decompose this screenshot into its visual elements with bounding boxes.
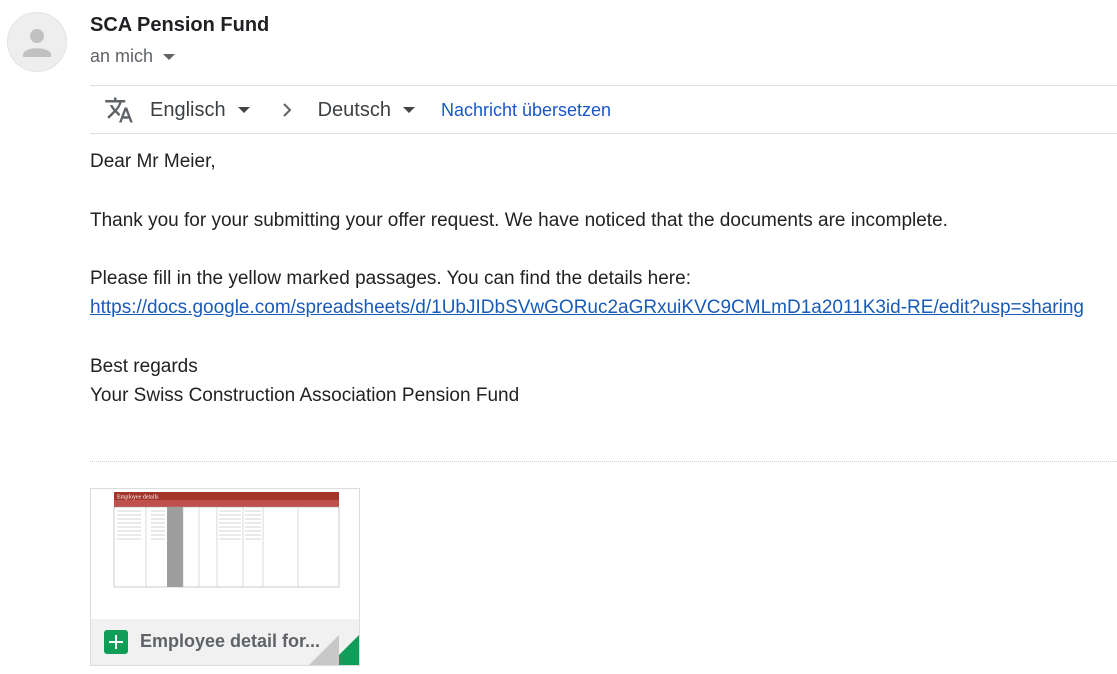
chevron-right-icon (282, 103, 292, 117)
target-language-dropdown[interactable]: Deutsch (318, 99, 415, 122)
avatar[interactable] (7, 12, 67, 72)
paragraph-text: Please fill in the yellow marked passage… (90, 268, 691, 289)
divider (90, 133, 1117, 134)
recipient-details-toggle[interactable]: an mich (90, 46, 176, 67)
attachment-card[interactable]: Employee details Employee detail for... (90, 488, 360, 666)
divider (90, 461, 1117, 462)
signature-text: Your Swiss Construction Association Pens… (90, 385, 520, 406)
spreadsheet-link[interactable]: https://docs.google.com/spreadsheets/d/1… (90, 297, 1084, 319)
google-sheets-icon (104, 630, 128, 654)
chevron-down-icon (237, 107, 250, 113)
attachment-thumbnail: Employee details (91, 489, 359, 619)
sender-name: SCA Pension Fund (90, 14, 270, 36)
file-corner-fold-icon (309, 635, 359, 665)
greeting-text: Dear Mr Meier, (90, 151, 216, 172)
thumbnail-title: Employee details (117, 495, 159, 501)
source-language-label: Englisch (150, 98, 226, 121)
divider (90, 85, 1117, 86)
chevron-down-icon (402, 107, 415, 113)
closing-text: Best regards (90, 356, 198, 377)
chevron-down-icon (163, 53, 176, 60)
target-language-label: Deutsch (317, 98, 391, 121)
recipient-label: an mich (90, 46, 154, 66)
person-icon (23, 29, 51, 57)
translate-bar: Englisch Deutsch Nachricht übersetzen (104, 92, 611, 128)
attachment-name: Employee detail for... (140, 631, 321, 651)
paragraph-text: Thank you for your submitting your offer… (90, 210, 948, 231)
translate-message-link[interactable]: Nachricht übersetzen (441, 100, 611, 121)
source-language-dropdown[interactable]: Englisch (150, 99, 250, 122)
translate-icon (105, 97, 133, 123)
